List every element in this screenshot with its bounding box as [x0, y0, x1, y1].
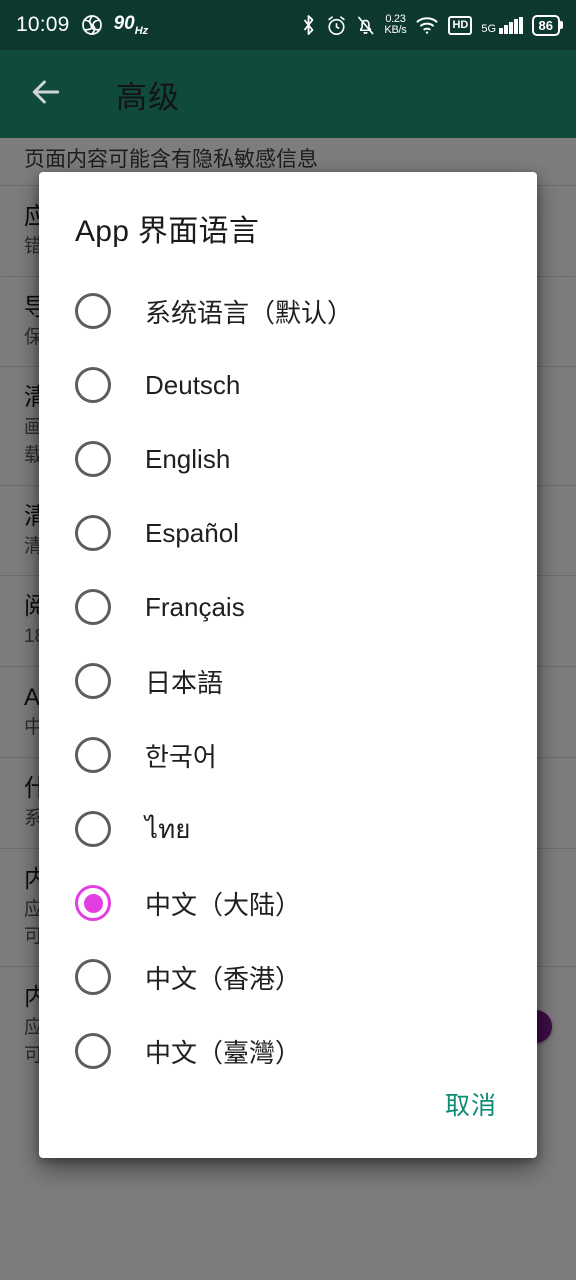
clock: 10:09: [16, 13, 70, 36]
language-option-english[interactable]: English: [39, 422, 537, 496]
language-option-label: English: [145, 443, 231, 474]
phone-screen: 10:09 90Hz 0.23 KB/s HD 5G 86 高级 App 界面语…: [0, 0, 576, 1280]
app-bar: 高级: [0, 50, 576, 138]
language-option-chinese-taiwan[interactable]: 中文（臺灣）: [39, 1014, 537, 1072]
radio-button-icon[interactable]: [75, 515, 111, 551]
network-speed-indicator: 0.23 KB/s: [384, 13, 407, 36]
language-option-label: Español: [145, 517, 239, 548]
language-picker-dialog: App 界面语言 系统语言（默认） Deutsch English Españo…: [39, 172, 537, 1158]
radio-button-icon-selected[interactable]: [75, 885, 111, 921]
radio-button-icon[interactable]: [75, 1033, 111, 1069]
network-type-label: 5G: [481, 22, 497, 35]
radio-dot: [84, 598, 103, 617]
language-option-label: Deutsch: [145, 369, 241, 400]
language-option-chinese-mainland[interactable]: 中文（大陆）: [39, 866, 537, 940]
radio-dot: [84, 672, 103, 691]
language-option-label: ไทย: [145, 813, 191, 844]
language-option-list: 系统语言（默认） Deutsch English Español Françai…: [39, 268, 537, 1072]
dialog-actions: 取消: [39, 1072, 537, 1158]
radio-button-icon[interactable]: [75, 293, 111, 329]
language-option-label: 系统语言（默认）: [145, 297, 354, 328]
refresh-rate-indicator: 90Hz: [113, 13, 149, 37]
radio-button-icon[interactable]: [75, 663, 111, 699]
radio-button-icon[interactable]: [75, 959, 111, 995]
back-button[interactable]: [14, 62, 78, 126]
language-option-deutsch[interactable]: Deutsch: [39, 348, 537, 422]
radio-dot: [83, 893, 103, 913]
language-option-korean[interactable]: 한국어: [39, 718, 537, 792]
status-bar-left: 10:09 90Hz: [16, 13, 148, 37]
radio-dot: [84, 524, 103, 543]
cancel-button[interactable]: 取消: [441, 1076, 501, 1132]
alarm-clock-icon: [326, 15, 347, 36]
language-option-chinese-hongkong[interactable]: 中文（香港）: [39, 940, 537, 1014]
status-bar-right: 0.23 KB/s HD 5G 86: [300, 14, 560, 36]
battery-icon: 86: [531, 14, 560, 36]
aperture-icon: [80, 13, 104, 37]
bluetooth-icon: [300, 14, 317, 36]
signal-bars: [499, 16, 523, 34]
language-option-thai[interactable]: ไทย: [39, 792, 537, 866]
language-option-label: 中文（臺灣）: [145, 1037, 302, 1068]
hd-voice-badge: HD: [448, 15, 473, 35]
language-option-label: 한국어: [145, 741, 217, 772]
language-option-label: 中文（大陆）: [145, 889, 302, 920]
language-option-label: 日本語: [145, 667, 224, 698]
radio-dot: [84, 746, 103, 765]
page-title: 高级: [116, 79, 180, 115]
radio-dot: [84, 1042, 103, 1061]
radio-button-icon[interactable]: [75, 589, 111, 625]
radio-dot: [84, 376, 103, 395]
mute-bell-icon: [356, 15, 375, 36]
radio-button-icon[interactable]: [75, 737, 111, 773]
language-option-system-default[interactable]: 系统语言（默认）: [39, 274, 537, 348]
radio-button-icon[interactable]: [75, 441, 111, 477]
language-option-label: Français: [145, 591, 245, 622]
language-option-japanese[interactable]: 日本語: [39, 644, 537, 718]
radio-dot: [84, 820, 103, 839]
signal-bars-icon: 5G: [481, 16, 523, 35]
arrow-left-icon: [26, 72, 66, 117]
wifi-icon: [415, 15, 439, 35]
dialog-title: App 界面语言: [75, 215, 260, 248]
language-option-label: 中文（香港）: [145, 963, 302, 994]
radio-button-icon[interactable]: [75, 811, 111, 847]
language-option-espanol[interactable]: Español: [39, 496, 537, 570]
radio-dot: [84, 450, 103, 469]
status-bar: 10:09 90Hz 0.23 KB/s HD 5G 86: [0, 0, 576, 50]
language-option-francais[interactable]: Français: [39, 570, 537, 644]
radio-button-icon[interactable]: [75, 367, 111, 403]
radio-dot: [84, 302, 103, 321]
radio-dot: [84, 968, 103, 987]
